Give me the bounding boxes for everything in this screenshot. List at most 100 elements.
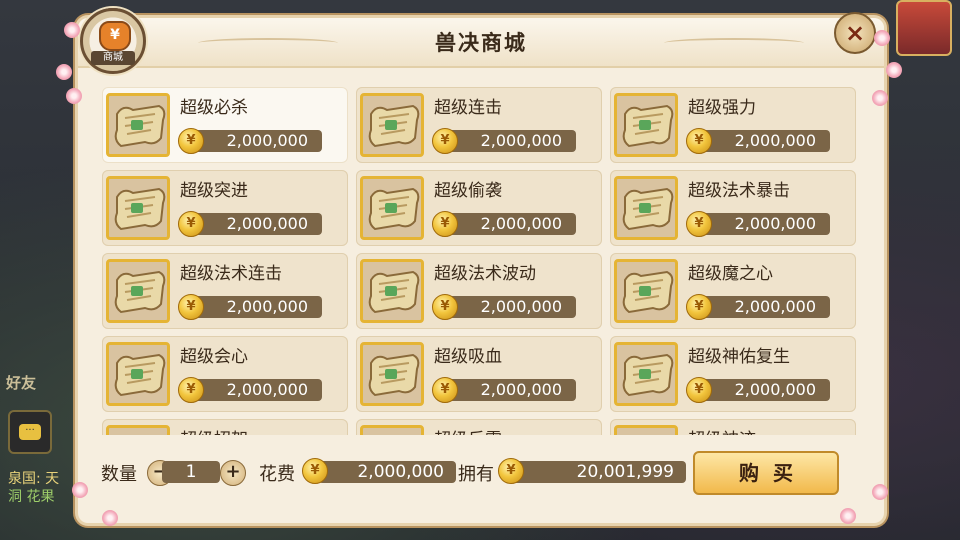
gold-coin-icon: ¥ [686, 377, 712, 403]
item-grid[interactable]: 超级必杀 2,000,000 ¥ 超级连击 2,000,000 ¥ 超级强力 2,000,00… [102, 87, 856, 435]
item-name: 超级法术连击 [180, 264, 282, 284]
increase-quantity-button[interactable]: + [220, 460, 246, 486]
close-icon: × [844, 19, 866, 47]
flower-decor [874, 30, 890, 46]
scroll-icon [106, 176, 170, 240]
item-name: 超级必杀 [180, 98, 248, 118]
item-price-bar: 2,000,000 [442, 130, 576, 152]
item-name: 超级连击 [434, 98, 502, 118]
item-name: 超级神佑复生 [688, 347, 790, 367]
shop-item[interactable]: 超级招架2,000,000¥ [102, 419, 348, 435]
item-price-bar: 2,000,000 [188, 130, 322, 152]
scroll-icon [614, 259, 678, 323]
scroll-icon [614, 342, 678, 406]
flower-decor [56, 64, 72, 80]
scroll-icon [106, 93, 170, 157]
friends-label[interactable]: 好友 [6, 372, 36, 393]
gold-coin-icon: ¥ [432, 211, 458, 237]
scroll-icon [360, 93, 424, 157]
item-price: 2,000,000 [734, 380, 816, 399]
flower-decor [872, 484, 888, 500]
gold-coin-icon: ¥ [178, 211, 204, 237]
quantity-label: 数量 [101, 464, 137, 485]
page-title: 兽决商城 [435, 31, 527, 55]
item-price-bar: 2,000,000 [696, 213, 830, 235]
buy-button[interactable]: 购买 [693, 451, 839, 495]
scroll-icon [614, 93, 678, 157]
shop-badge-label: 商城 [91, 51, 135, 65]
scroll-icon [360, 176, 424, 240]
gold-coin-icon: ¥ [178, 128, 204, 154]
shop-item[interactable]: 超级连击 2,000,000 ¥ [356, 87, 602, 163]
item-name: 超级会心 [180, 347, 248, 367]
chat-button[interactable]: ··· [8, 410, 52, 454]
scroll-icon [106, 425, 170, 435]
flower-decor [66, 88, 82, 104]
flower-decor [886, 62, 902, 78]
chat-line: 泉国: 天 [8, 471, 60, 487]
shop-item[interactable]: 超级法术波动 2,000,000 ¥ [356, 253, 602, 329]
shop-item[interactable]: 超级偷袭 2,000,000 ¥ [356, 170, 602, 246]
item-price: 2,000,000 [734, 214, 816, 233]
scroll-icon [360, 259, 424, 323]
item-price-bar: 2,000,000 [188, 213, 322, 235]
item-price: 2,000,000 [480, 297, 562, 316]
item-name: 超级法术波动 [434, 264, 536, 284]
flower-decor [64, 22, 80, 38]
scroll-icon [360, 342, 424, 406]
cost-label: 花费 [259, 464, 295, 485]
close-button[interactable]: × [834, 12, 876, 54]
shop-item[interactable]: 超级强力 2,000,000 ¥ [610, 87, 856, 163]
item-price: 2,000,000 [734, 131, 816, 150]
money-bag-icon: ¥ [99, 21, 131, 51]
gold-coin-icon: ¥ [432, 294, 458, 320]
scroll-icon [614, 176, 678, 240]
item-price: 2,000,000 [226, 214, 308, 233]
shop-item[interactable]: 超级突进 2,000,000 ¥ [102, 170, 348, 246]
shop-item[interactable]: 超级吸血 2,000,000 ¥ [356, 336, 602, 412]
flower-decor [72, 482, 88, 498]
item-price: 2,000,000 [226, 380, 308, 399]
gold-coin-icon: ¥ [686, 294, 712, 320]
shop-item[interactable]: 超级法术连击 2,000,000 ¥ [102, 253, 348, 329]
chat-line: 洞 花果 [8, 489, 55, 505]
item-price-bar: 2,000,000 [188, 296, 322, 318]
gold-coin-icon: ¥ [686, 211, 712, 237]
shop-badge: ¥ 商城 [80, 8, 146, 74]
item-name: 超级魔之心 [688, 264, 773, 284]
player-avatar[interactable] [896, 0, 952, 56]
shop-item[interactable]: 超级会心 2,000,000 ¥ [102, 336, 348, 412]
item-price-bar: 2,000,000 [696, 296, 830, 318]
cost-value: 2,000,000 [318, 461, 456, 483]
item-price-bar: 2,000,000 [442, 296, 576, 318]
shop-item[interactable]: 超级必杀 2,000,000 ¥ [102, 87, 348, 163]
chat-bubble-icon: ··· [19, 424, 41, 440]
gold-coin-icon: ¥ [178, 377, 204, 403]
flower-decor [102, 510, 118, 526]
shop-item[interactable]: 超级神佑复生 2,000,000 ¥ [610, 336, 856, 412]
item-price: 2,000,000 [226, 297, 308, 316]
item-name: 超级偷袭 [434, 181, 502, 201]
gold-coin-icon: ¥ [686, 128, 712, 154]
item-name: 超级强力 [688, 98, 756, 118]
shop-item[interactable]: 超级反震2,000,000¥ [356, 419, 602, 435]
chat-preview: 泉国: 天 洞 花果 [8, 470, 59, 506]
scroll-icon [106, 259, 170, 323]
scroll-icon [106, 342, 170, 406]
flower-decor [872, 90, 888, 106]
shop-item[interactable]: 超级法术暴击 2,000,000 ¥ [610, 170, 856, 246]
gold-coin-icon: ¥ [302, 458, 328, 484]
item-name: 超级突进 [180, 181, 248, 201]
shop-item[interactable]: 超级魔之心 2,000,000 ¥ [610, 253, 856, 329]
item-name: 超级法术暴击 [688, 181, 790, 201]
shop-item[interactable]: 超级神迹2,000,000¥ [610, 419, 856, 435]
owned-label: 拥有 [458, 464, 494, 485]
gold-coin-icon: ¥ [432, 377, 458, 403]
item-price-bar: 2,000,000 [696, 130, 830, 152]
gold-coin-icon: ¥ [432, 128, 458, 154]
flower-decor [840, 508, 856, 524]
item-name: 超级吸血 [434, 347, 502, 367]
item-price-bar: 2,000,000 [696, 379, 830, 401]
quantity-value: 1 [162, 461, 220, 483]
gold-coin-icon: ¥ [178, 294, 204, 320]
